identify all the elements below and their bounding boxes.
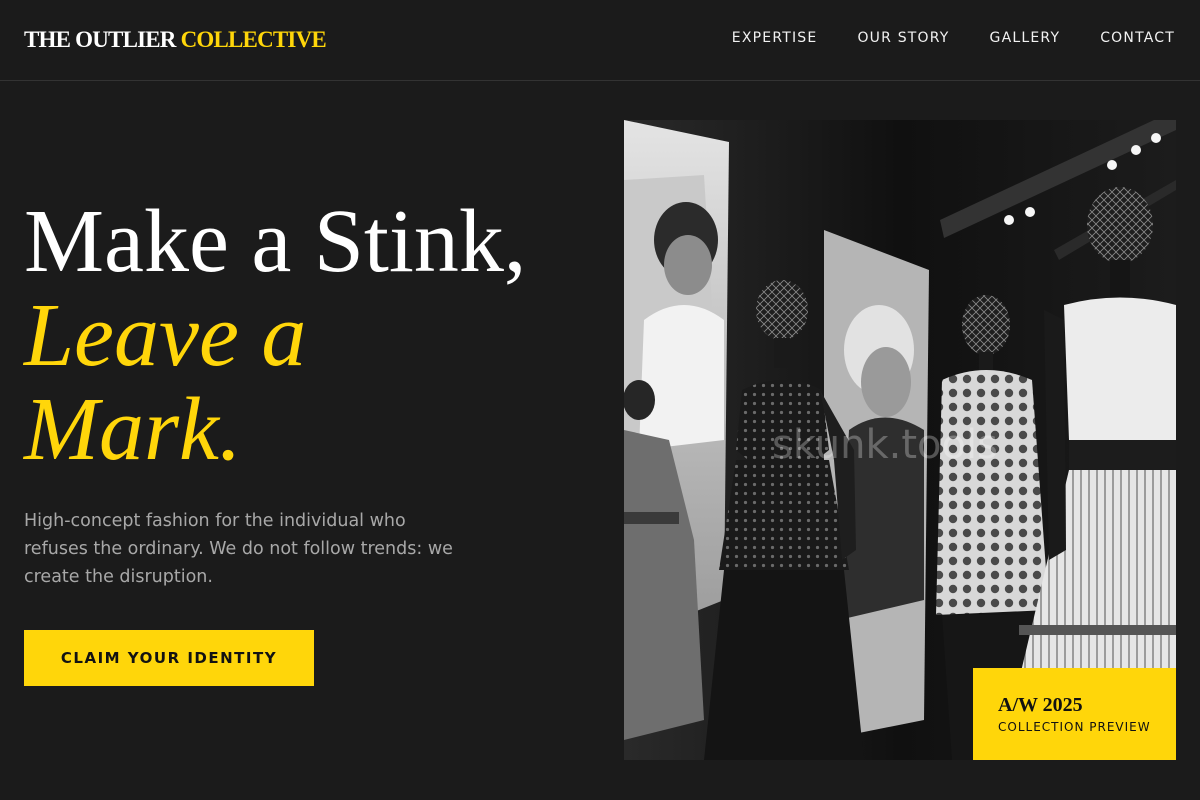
nav-item-our-story[interactable]: OUR STORY bbox=[857, 30, 949, 46]
hero-photo-illustration: skunk.tools bbox=[624, 120, 1176, 760]
image-watermark: skunk.tools bbox=[772, 422, 998, 468]
collection-badge: A/W 2025 COLLECTION PREVIEW bbox=[973, 668, 1176, 760]
main-nav: EXPERTISE OUR STORY GALLERY CONTACT bbox=[732, 30, 1175, 46]
badge-subtitle: COLLECTION PREVIEW bbox=[998, 720, 1151, 734]
nav-item-contact[interactable]: CONTACT bbox=[1100, 30, 1175, 46]
hero-headline: Make a Stink, Leave a Mark. bbox=[24, 195, 526, 477]
headline-line3: Mark. bbox=[24, 380, 242, 479]
brand-name-part1: THE OUTLIER bbox=[24, 27, 176, 52]
claim-identity-button[interactable]: CLAIM YOUR IDENTITY bbox=[24, 630, 314, 686]
brand-name-part2: COLLECTIVE bbox=[180, 27, 327, 52]
nav-item-gallery[interactable]: GALLERY bbox=[990, 30, 1061, 46]
headline-line2: Leave a bbox=[24, 286, 307, 385]
headline-line1: Make a Stink, bbox=[24, 192, 527, 291]
hero-description: High-concept fashion for the individual … bbox=[24, 511, 453, 587]
hero-image: skunk.tools bbox=[624, 120, 1176, 760]
nav-item-expertise[interactable]: EXPERTISE bbox=[732, 30, 818, 46]
site-header: THE OUTLIER COLLECTIVE EXPERTISE OUR STO… bbox=[0, 0, 1200, 81]
badge-season: A/W 2025 bbox=[998, 694, 1083, 716]
brand-logo[interactable]: THE OUTLIER COLLECTIVE bbox=[24, 27, 327, 53]
